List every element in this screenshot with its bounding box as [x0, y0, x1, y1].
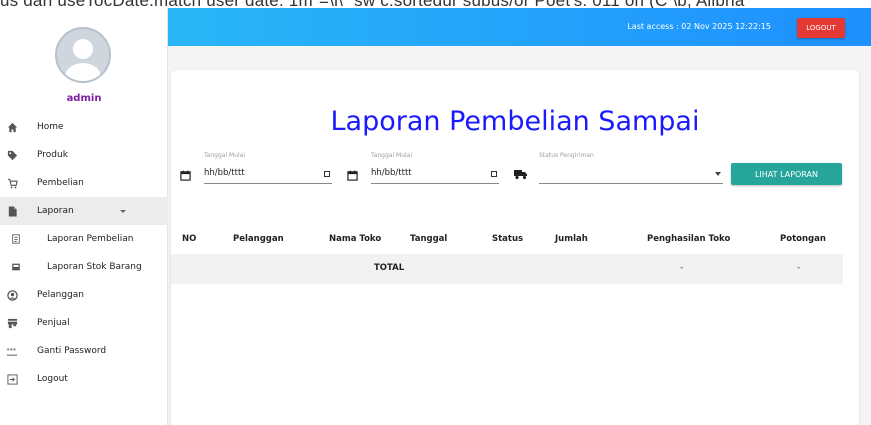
end-date-picker-icon[interactable]	[491, 171, 497, 177]
chevron-down-icon	[120, 210, 126, 213]
sidebar-item-label: Home	[37, 122, 64, 132]
sidebar-item-home[interactable]: Home	[0, 113, 168, 141]
sidebar-item-label: Pelanggan	[37, 290, 85, 300]
svg-text:***: ***	[7, 346, 17, 354]
view-report-button[interactable]: LIHAT LAPORAN	[731, 163, 842, 185]
column-header-pelanggan: Pelanggan	[233, 234, 284, 244]
tag-icon	[6, 149, 18, 161]
status-label: Status Pengiriman	[539, 152, 594, 159]
start-date-label: Tanggal Mulai	[204, 152, 246, 159]
user-name: admin	[66, 93, 102, 104]
inbox-icon	[10, 261, 22, 273]
sidebar-item-pelanggan[interactable]: Pelanggan	[0, 281, 168, 309]
user-circle-icon	[6, 289, 18, 301]
file-icon	[6, 205, 18, 217]
logout-button[interactable]: LOGOUT	[797, 18, 845, 38]
sidebar-menu: Home Produk Pembelian Laporan Laporan Pe…	[0, 113, 168, 393]
store-icon	[6, 317, 18, 329]
end-date-label: Tanggal Mulai	[371, 152, 413, 159]
sidebar-item-laporan[interactable]: Laporan	[0, 197, 168, 225]
sidebar-item-logout[interactable]: Logout	[0, 365, 168, 393]
sidebar-item-label: Laporan Stok Barang	[47, 262, 142, 272]
total-income-value: -	[680, 263, 684, 273]
column-header-status: Status	[492, 234, 524, 244]
home-icon	[6, 121, 18, 133]
column-header-jumlah: Jumlah	[555, 234, 588, 244]
password-icon: ***	[6, 345, 18, 357]
column-header-no: NO	[182, 234, 197, 244]
sidebar-item-laporan-pembelian[interactable]: Laporan Pembelian	[0, 225, 168, 253]
column-header-penghasilan-toko: Penghasilan Toko	[647, 234, 731, 244]
total-row	[171, 254, 843, 284]
top-strip-text: us dari useTocDate.match user date. 1m"=…	[0, 0, 745, 8]
cart-icon	[6, 177, 18, 189]
end-date-input[interactable]: hh/bb/tttt	[371, 168, 412, 178]
start-date-input[interactable]: hh/bb/tttt	[204, 168, 245, 178]
total-label: TOTAL	[374, 263, 405, 273]
receipt-icon	[10, 233, 22, 245]
sidebar-item-laporan-stok-barang[interactable]: Laporan Stok Barang	[0, 253, 168, 281]
sidebar-item-label: Logout	[37, 374, 68, 384]
top-header: Last access : 02 Nov 2025 12:22:15 LOGOU…	[168, 8, 871, 46]
sidebar-item-penjual[interactable]: Penjual	[0, 309, 168, 337]
sidebar: admin Home Produk Pembelian Laporan Lapo…	[0, 8, 168, 425]
chevron-down-icon[interactable]	[715, 172, 721, 176]
sidebar-item-label: Pembelian	[37, 178, 84, 188]
column-header-tanggal: Tanggal	[410, 234, 448, 244]
end-date-underline	[371, 183, 499, 184]
sidebar-item-label: Ganti Password	[37, 346, 107, 356]
total-discount-value: -	[797, 263, 801, 273]
avatar	[55, 27, 111, 83]
sidebar-item-label: Penjual	[37, 318, 70, 328]
report-card: Laporan Pembelian Sampai Tanggal Mulai h…	[171, 70, 859, 425]
sidebar-item-label: Laporan	[37, 206, 74, 216]
sidebar-item-pembelian[interactable]: Pembelian	[0, 169, 168, 197]
column-header-potongan: Potongan	[780, 234, 826, 244]
status-underline	[539, 183, 723, 184]
sidebar-item-ganti-password[interactable]: *** Ganti Password	[0, 337, 168, 365]
logout-icon	[6, 373, 18, 385]
truck-icon	[514, 167, 528, 185]
calendar-icon	[347, 168, 358, 181]
page-title: Laporan Pembelian Sampai	[330, 106, 700, 137]
start-date-underline	[204, 183, 332, 184]
column-header-nama-toko: Nama Toko	[329, 234, 382, 244]
top-strip: us dari useTocDate.match user date. 1m"=…	[0, 0, 871, 8]
sidebar-item-produk[interactable]: Produk	[0, 141, 168, 169]
sidebar-item-label: Produk	[37, 150, 68, 160]
calendar-icon	[180, 168, 191, 181]
last-access-text: Last access : 02 Nov 2025 12:22:15	[627, 22, 771, 31]
start-date-picker-icon[interactable]	[324, 171, 330, 177]
sidebar-item-label: Laporan Pembelian	[47, 234, 134, 244]
